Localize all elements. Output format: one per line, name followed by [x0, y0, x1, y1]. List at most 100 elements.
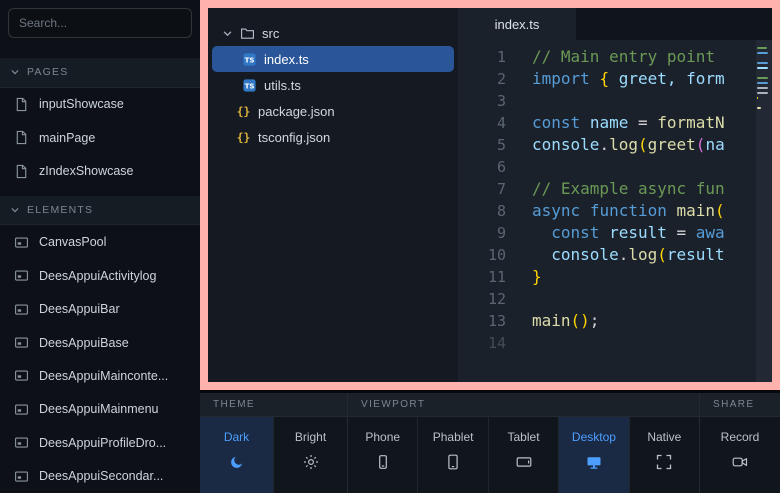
bottom-toolbar: THEME Dark Bright VIEWPORT	[200, 390, 780, 493]
tree-folder-src[interactable]: src	[212, 20, 454, 46]
element-icon	[14, 268, 29, 283]
toolbar-group-share: SHARE Record	[700, 393, 780, 493]
code-line[interactable]: 2 import { greet, form	[458, 68, 772, 90]
viewport-native-button[interactable]: Native	[630, 417, 699, 493]
code-text: console.log(greet(na	[532, 134, 725, 156]
code-line[interactable]: 14	[458, 332, 772, 354]
sidebar-item-DeesAppuiBar[interactable]: DeesAppuiBar	[0, 292, 200, 325]
viewport-tablet-button[interactable]: Tablet	[489, 417, 559, 493]
sidebar-item-label: DeesAppuiBase	[39, 336, 129, 350]
code-text: // Main entry point	[532, 46, 715, 68]
section-header-elements[interactable]: ELEMENTS	[0, 196, 200, 226]
code-line[interactable]: 10 console.log(result	[458, 244, 772, 266]
button-label: Phone	[365, 430, 400, 444]
tree-file-tsconfig-json[interactable]: {} tsconfig.json	[212, 124, 454, 150]
toolbar-group-theme: THEME Dark Bright	[200, 393, 348, 493]
code-line[interactable]: 1// Main entry point	[458, 46, 772, 68]
button-label: Native	[647, 430, 681, 444]
folder-icon	[240, 26, 255, 41]
minimap-line	[757, 107, 761, 109]
video-camera-icon	[732, 454, 748, 470]
line-number: 12	[458, 288, 506, 310]
code-text: console.log(result	[532, 244, 725, 266]
section-label: PAGES	[27, 66, 68, 78]
tab-index-ts[interactable]: index.ts	[458, 8, 576, 40]
theme-bright-button[interactable]: Bright	[274, 417, 347, 493]
code-line[interactable]: 13main();	[458, 310, 772, 332]
sidebar-item-mainPage[interactable]: mainPage	[0, 121, 200, 154]
line-number: 3	[458, 90, 506, 112]
section-header-pages[interactable]: PAGES	[0, 58, 200, 88]
viewport-desktop-button[interactable]: Desktop	[559, 417, 629, 493]
sidebar-item-DeesAppuiSecondarymenu[interactable]: DeesAppuiSecondar...	[0, 460, 200, 493]
desktop-icon	[586, 454, 602, 470]
file-tree: src TS index.ts TS utils.ts {} package.j…	[208, 8, 458, 382]
element-icon	[14, 469, 29, 484]
code-line[interactable]: 7// Example async fun	[458, 178, 772, 200]
viewport-phablet-button[interactable]: Phablet	[418, 417, 488, 493]
code-line[interactable]: 8 async function main(	[458, 200, 772, 222]
code-line[interactable]: 12	[458, 288, 772, 310]
tree-file-index-ts[interactable]: TS index.ts	[212, 46, 454, 72]
toolbar-group-label: SHARE	[713, 399, 754, 410]
viewport-phone-button[interactable]: Phone	[348, 417, 418, 493]
code-text: async function main(	[532, 200, 725, 222]
element-icon	[14, 302, 29, 317]
code-line[interactable]: 3	[458, 90, 772, 112]
sidebar-item-label: DeesAppuiProfileDro...	[39, 436, 166, 450]
tree-file-label: utils.ts	[264, 78, 301, 93]
button-label: Tablet	[508, 430, 540, 444]
minimap-line	[757, 67, 768, 69]
share-record-button[interactable]: Record	[700, 417, 780, 493]
minimap[interactable]	[757, 47, 770, 114]
button-label: Desktop	[572, 430, 616, 444]
chevron-down-icon	[10, 67, 20, 77]
sidebar-item-label: DeesAppuiMainconte...	[39, 369, 168, 383]
code-line[interactable]: 11}	[458, 266, 772, 288]
toolbar-group-label: THEME	[213, 399, 255, 410]
moon-icon	[229, 454, 245, 470]
toolbar-group-label: VIEWPORT	[361, 399, 425, 410]
line-number: 2	[458, 68, 506, 90]
tree-file-label: package.json	[258, 104, 335, 119]
search-input[interactable]	[8, 8, 192, 38]
button-label: Phablet	[433, 430, 474, 444]
code-line[interactable]: 5console.log(greet(na	[458, 134, 772, 156]
code-lines: 1// Main entry point2 import { greet, for…	[458, 46, 772, 354]
sidebar-item-DeesAppuiMainmenu[interactable]: DeesAppuiMainmenu	[0, 393, 200, 426]
document-icon	[14, 164, 29, 179]
sidebar-item-inputShowcase[interactable]: inputShowcase	[0, 88, 200, 121]
sidebar-item-DeesAppuiActivitylog[interactable]: DeesAppuiActivitylog	[0, 259, 200, 292]
element-icon	[14, 435, 29, 450]
story-canvas-highlight: src TS index.ts TS utils.ts {} package.j…	[200, 0, 780, 390]
code-line[interactable]: 6	[458, 156, 772, 178]
sidebar-item-DeesAppuiBase[interactable]: DeesAppuiBase	[0, 326, 200, 359]
theme-dark-button[interactable]: Dark	[200, 417, 274, 493]
typescript-file-icon: TS	[242, 78, 257, 93]
line-number: 8	[458, 200, 506, 222]
app-root: PAGES inputShowcase mainPage zIndexShowc…	[0, 0, 780, 493]
minimap-line	[757, 82, 768, 84]
element-icon	[14, 235, 29, 250]
code-text: const name = formatN	[532, 112, 725, 134]
line-number: 9	[458, 222, 506, 244]
sidebar-item-DeesAppuiProfileDropdown[interactable]: DeesAppuiProfileDro...	[0, 426, 200, 459]
sun-icon	[303, 454, 319, 470]
minimap-line	[757, 87, 768, 89]
code-text: import { greet, form	[532, 68, 725, 90]
minimap-line	[757, 97, 758, 99]
sidebar-item-CanvasPool[interactable]: CanvasPool	[0, 225, 200, 258]
code-line[interactable]: 4const name = formatN	[458, 112, 772, 134]
toolbar-buttons-row: Dark Bright	[200, 417, 347, 493]
tree-file-utils-ts[interactable]: TS utils.ts	[212, 72, 454, 98]
sidebar-item-DeesAppuiMaincontent[interactable]: DeesAppuiMainconte...	[0, 359, 200, 392]
sidebar-item-zIndexShowcase[interactable]: zIndexShowcase	[0, 154, 200, 187]
code-line[interactable]: 9 const result = awa	[458, 222, 772, 244]
line-number: 7	[458, 178, 506, 200]
code-editor: src TS index.ts TS utils.ts {} package.j…	[208, 8, 772, 382]
json-file-icon: {}	[236, 130, 251, 145]
button-label: Dark	[224, 430, 249, 444]
tree-file-package-json[interactable]: {} package.json	[212, 98, 454, 124]
search-wrap	[0, 0, 200, 46]
code-area[interactable]: 1// Main entry point2 import { greet, for…	[458, 40, 772, 382]
